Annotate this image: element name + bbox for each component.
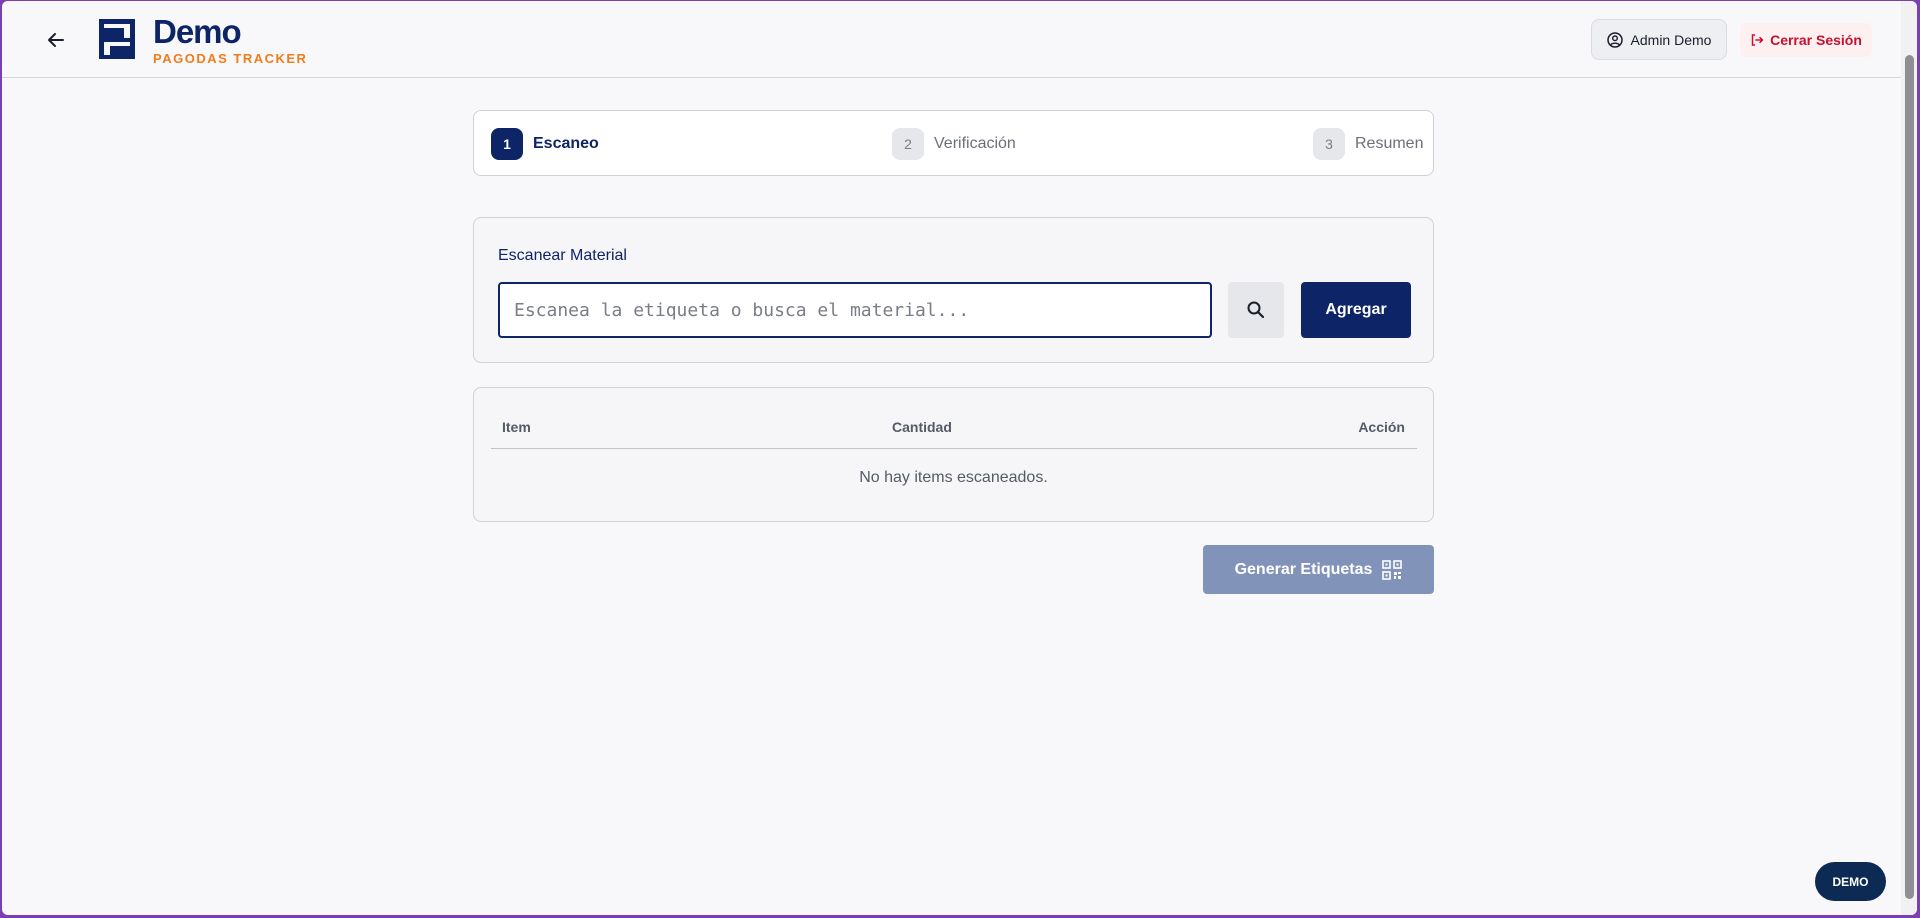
user-circle-icon (1606, 31, 1623, 48)
app-window: Demo PAGODAS TRACKER Admin Demo Cerrar S… (2, 1, 1917, 915)
search-icon (1247, 301, 1265, 319)
step-number: 1 (491, 128, 523, 160)
step-label: Verificación (934, 135, 1016, 152)
step-label: Escaneo (533, 135, 599, 152)
page-scrollbar[interactable] (1901, 1, 1917, 915)
back-button[interactable] (42, 26, 70, 54)
search-button[interactable] (1228, 282, 1284, 338)
column-header-item: Item (502, 419, 531, 435)
user-name: Admin Demo (1630, 31, 1712, 48)
brand-name: Demo (153, 13, 242, 50)
empty-message: No hay items escaneados. (859, 469, 1048, 486)
step-number: 2 (892, 128, 924, 160)
scan-card: Escanear Material Agregar (473, 217, 1434, 363)
logout-label: Cerrar Sesión (1770, 32, 1862, 48)
brand-subtitle: PAGODAS TRACKER (153, 51, 308, 66)
step-escaneo: 1 Escaneo (491, 128, 599, 160)
column-header-accion: Acción (1358, 419, 1405, 435)
logo-icon (99, 19, 135, 59)
step-number: 3 (1313, 128, 1345, 160)
generate-labels-label: Generar Etiquetas (1234, 560, 1373, 578)
step-label: Resumen (1355, 135, 1424, 152)
arrow-left-icon (48, 33, 64, 47)
step-verificacion: 2 Verificación (892, 128, 1016, 160)
scan-input[interactable] (498, 282, 1212, 338)
step-resumen: 3 Resumen (1313, 128, 1423, 160)
items-table: Item Cantidad Acción No hay items escane… (473, 387, 1434, 522)
generate-labels-button[interactable]: Generar Etiquetas (1203, 545, 1434, 594)
logout-button[interactable]: Cerrar Sesión (1740, 23, 1872, 57)
top-header: Demo PAGODAS TRACKER Admin Demo Cerrar S… (2, 1, 1901, 78)
progress-stepper: 1 Escaneo 2 Verificación 3 Resumen (473, 110, 1434, 176)
add-button[interactable]: Agregar (1301, 282, 1411, 338)
header-divider (491, 448, 1417, 449)
scroll-thumb[interactable] (1905, 55, 1914, 899)
logout-icon (1751, 34, 1764, 46)
qr-code-icon (1382, 559, 1403, 580)
user-menu-button[interactable]: Admin Demo (1591, 19, 1727, 60)
scan-label: Escanear Material (498, 247, 627, 264)
demo-badge[interactable]: DEMO (1815, 862, 1886, 901)
column-header-cantidad: Cantidad (892, 419, 952, 435)
